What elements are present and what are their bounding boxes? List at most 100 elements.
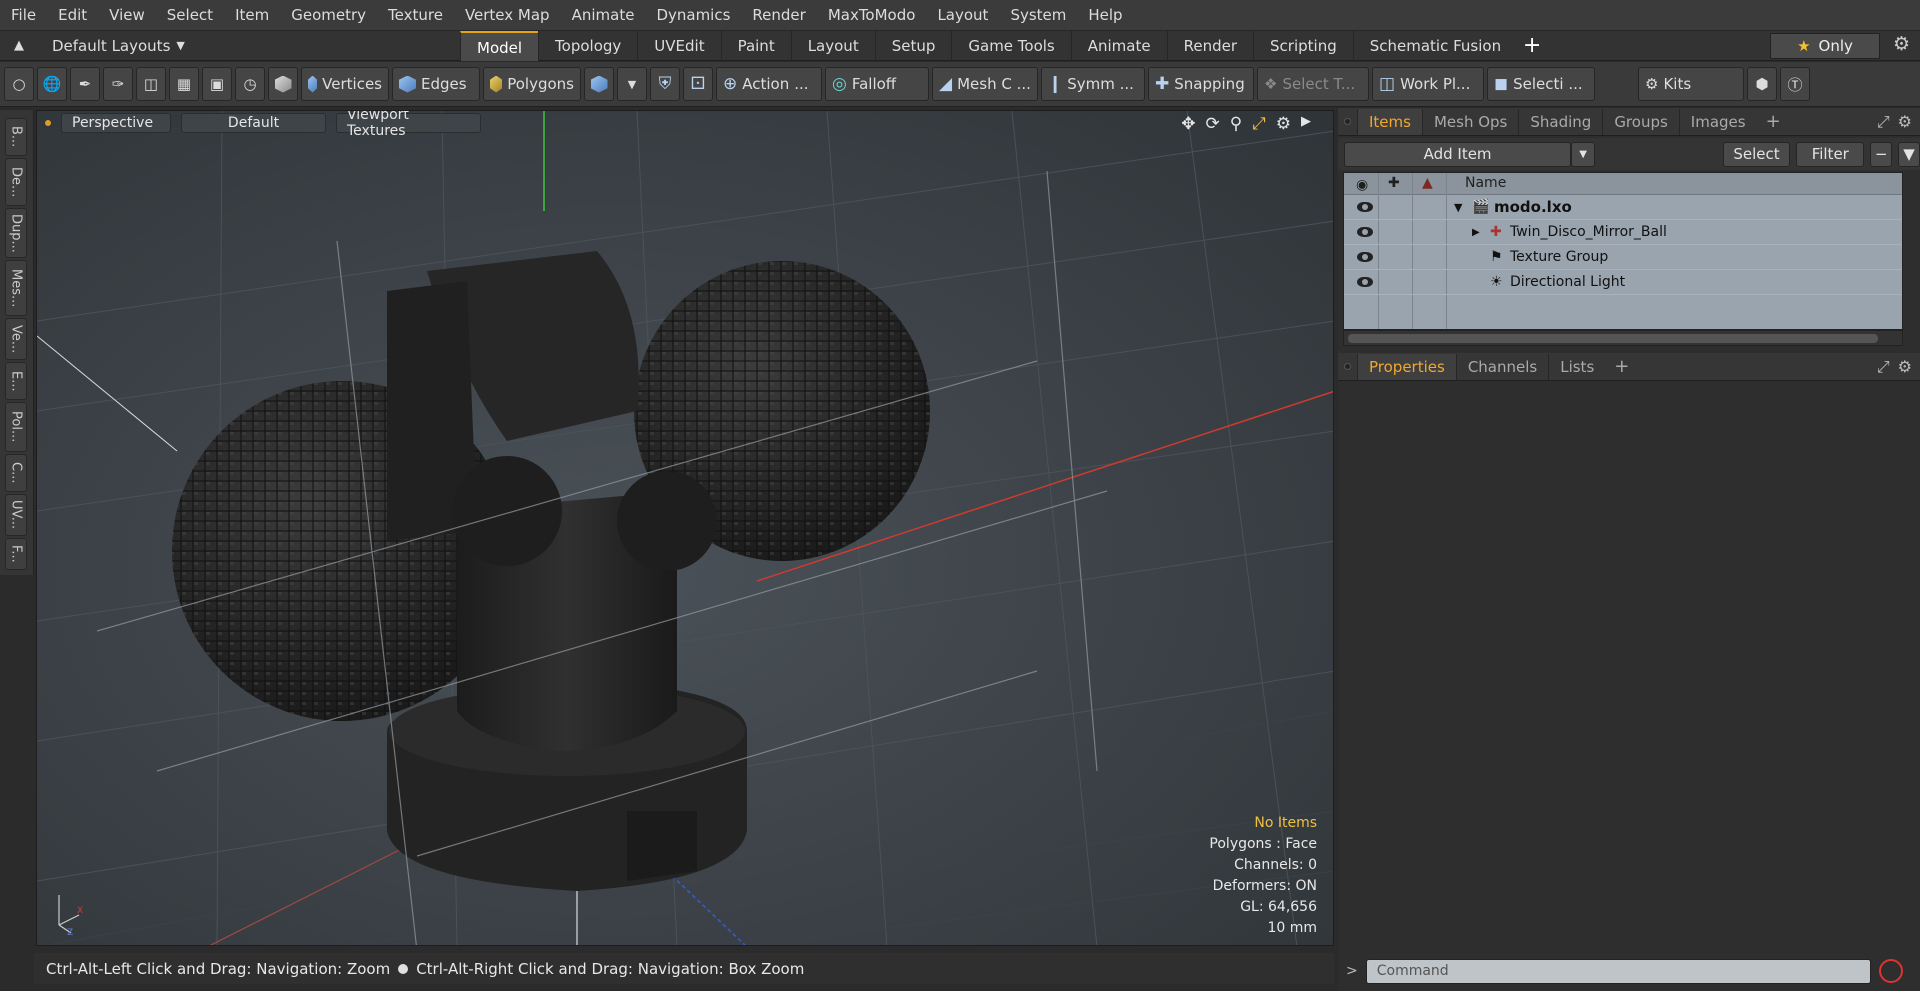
brush-tool-button[interactable]: ✑ <box>103 67 133 101</box>
dice-button[interactable]: ⚀ <box>683 67 713 101</box>
tab-properties[interactable]: Properties <box>1357 353 1456 380</box>
3d-viewport[interactable]: Perspective Default Viewport Textures ✥ … <box>36 110 1334 946</box>
lock-column-icon[interactable]: ✚ <box>1388 175 1400 191</box>
globe-button[interactable]: 🌐 <box>37 67 67 101</box>
menu-render[interactable]: Render <box>741 0 816 31</box>
expand-right-icon[interactable]: ▶ <box>1472 227 1480 238</box>
grid-button[interactable]: ▦ <box>169 67 199 101</box>
tree-row-scene[interactable]: ▼ 🎬 modo.lxo <box>1344 195 1902 220</box>
tab-paint[interactable]: Paint <box>720 30 791 61</box>
tree-row-mesh[interactable]: ▶ ✚ Twin_Disco_Mirror_Ball <box>1344 220 1902 245</box>
panel-gear-icon[interactable]: ⚙ <box>1898 357 1912 377</box>
selection-sets-button[interactable]: ◼ Selecti ... <box>1487 67 1595 101</box>
collapse-button[interactable]: − <box>1870 141 1893 167</box>
action-center-button[interactable]: ⊕ Action... <box>716 67 822 101</box>
select-button[interactable]: Select <box>1722 141 1791 167</box>
tree-row-texture-group[interactable]: ⚑ Texture Group <box>1344 245 1902 270</box>
expand-icon[interactable]: ⤢ <box>1877 357 1890 377</box>
eye-icon[interactable] <box>1357 202 1373 212</box>
render-column-icon[interactable]: ▲ <box>1422 175 1433 191</box>
expand-down-icon[interactable]: ▼ <box>1454 201 1462 214</box>
kits-button[interactable]: ⚙ Kits <box>1638 67 1744 101</box>
shading-mode-button[interactable]: Default <box>181 113 326 133</box>
mesh-constraint-button[interactable]: ◢ Mesh C ... <box>932 67 1038 101</box>
polygons-mode-button[interactable]: Polygons <box>483 67 581 101</box>
tab-topology[interactable]: Topology <box>538 30 637 61</box>
left-tab-uv[interactable]: UV... <box>5 494 27 536</box>
viewport-gear-icon[interactable]: ⚙ <box>1276 114 1291 134</box>
left-tab-vertex[interactable]: Ve... <box>5 318 27 360</box>
panel-grip-icon[interactable] <box>1344 118 1351 125</box>
collapse-up-icon[interactable]: ▲ <box>14 38 24 53</box>
only-toggle-button[interactable]: ★ Only <box>1770 33 1880 59</box>
visibility-eye-icon[interactable]: ◉ <box>1356 177 1368 193</box>
tab-scripting[interactable]: Scripting <box>1253 30 1353 61</box>
menu-view[interactable]: View <box>98 0 156 31</box>
menu-file[interactable]: File <box>0 0 47 31</box>
menu-texture[interactable]: Texture <box>377 0 454 31</box>
unity-button[interactable]: ⬢ <box>1747 67 1777 101</box>
add-panel-tab-icon[interactable]: + <box>1605 356 1638 377</box>
record-icon[interactable] <box>1878 959 1903 983</box>
menu-system[interactable]: System <box>999 0 1077 31</box>
maximize-icon[interactable]: ⤢ <box>1252 114 1266 134</box>
scrollbar-thumb[interactable] <box>1348 334 1878 343</box>
zoom-icon[interactable]: ⚲ <box>1230 114 1242 134</box>
pan-icon[interactable]: ✥ <box>1181 114 1195 134</box>
funnel-button[interactable]: ▼ <box>1898 141 1920 167</box>
vertices-mode-button[interactable]: Vertices <box>301 67 389 101</box>
menu-maxtomodo[interactable]: MaxToModo <box>817 0 927 31</box>
snapping-button[interactable]: ✚ Snapping <box>1148 67 1254 101</box>
left-tab-fusion[interactable]: F... <box>5 538 27 570</box>
left-tab-duplicate[interactable]: Dup... <box>5 208 27 258</box>
select-circle-button[interactable]: ○ <box>4 67 34 101</box>
tree-row-light[interactable]: ☀ Directional Light <box>1344 270 1902 295</box>
gear-icon[interactable]: ⚙ <box>1893 33 1910 55</box>
menu-edit[interactable]: Edit <box>47 0 98 31</box>
eye-icon[interactable] <box>1357 252 1373 262</box>
tab-schematic-fusion[interactable]: Schematic Fusion <box>1352 30 1517 61</box>
left-tab-polygon[interactable]: Pol... <box>5 402 27 452</box>
symmetry-button[interactable]: ❙ Symm ... <box>1041 67 1145 101</box>
menu-select[interactable]: Select <box>156 0 224 31</box>
tab-layout[interactable]: Layout <box>790 30 875 61</box>
left-tab-mesh-edit[interactable]: Mes... <box>5 260 27 316</box>
tab-model[interactable]: Model <box>460 30 539 61</box>
left-tab-curve[interactable]: C... <box>5 454 27 492</box>
tab-render[interactable]: Render <box>1166 30 1253 61</box>
left-tab-basic[interactable]: B... <box>5 118 27 156</box>
play-arrow-icon[interactable]: ▶ <box>1301 114 1311 134</box>
menu-help[interactable]: Help <box>1077 0 1133 31</box>
add-panel-tab-icon[interactable]: + <box>1757 111 1790 132</box>
menu-geometry[interactable]: Geometry <box>280 0 377 31</box>
tab-uvedit[interactable]: UVEdit <box>637 30 720 61</box>
add-tab-plus-icon[interactable]: + <box>1517 31 1547 61</box>
edges-mode-button[interactable]: Edges <box>392 67 480 101</box>
tab-groups[interactable]: Groups <box>1602 108 1678 135</box>
eye-icon[interactable] <box>1357 277 1373 287</box>
layout-selector[interactable]: ▲ Default Layouts ▼ <box>0 37 460 55</box>
transform-button[interactable]: ◫ <box>136 67 166 101</box>
menu-layout[interactable]: Layout <box>926 0 999 31</box>
panel-grip-icon[interactable] <box>1344 363 1351 370</box>
frame-button[interactable]: ▣ <box>202 67 232 101</box>
unreal-button[interactable]: Ⓣ <box>1780 67 1810 101</box>
view-mode-button[interactable]: Perspective <box>61 113 171 133</box>
shield-button[interactable]: ⛨ <box>650 67 680 101</box>
left-tab-edge[interactable]: E... <box>5 362 27 400</box>
tab-shading[interactable]: Shading <box>1518 108 1602 135</box>
menu-animate[interactable]: Animate <box>561 0 646 31</box>
orbit-icon[interactable]: ⟳ <box>1205 114 1219 134</box>
name-column-header[interactable]: Name <box>1465 175 1506 191</box>
menu-dynamics[interactable]: Dynamics <box>645 0 741 31</box>
tab-mesh-ops[interactable]: Mesh Ops <box>1421 108 1518 135</box>
expand-icon[interactable]: ⤢ <box>1877 112 1890 132</box>
left-tab-deform[interactable]: De... <box>5 158 27 206</box>
eye-icon[interactable] <box>1357 227 1373 237</box>
tree-scrollbar[interactable] <box>1343 330 1903 346</box>
panel-gear-icon[interactable]: ⚙ <box>1898 112 1912 132</box>
mesh-mode-button[interactable] <box>584 67 614 101</box>
tab-animate[interactable]: Animate <box>1070 30 1167 61</box>
select-through-button[interactable]: ❖ Select T... <box>1257 67 1369 101</box>
mode-dropdown-button[interactable]: ▼ <box>617 67 647 101</box>
